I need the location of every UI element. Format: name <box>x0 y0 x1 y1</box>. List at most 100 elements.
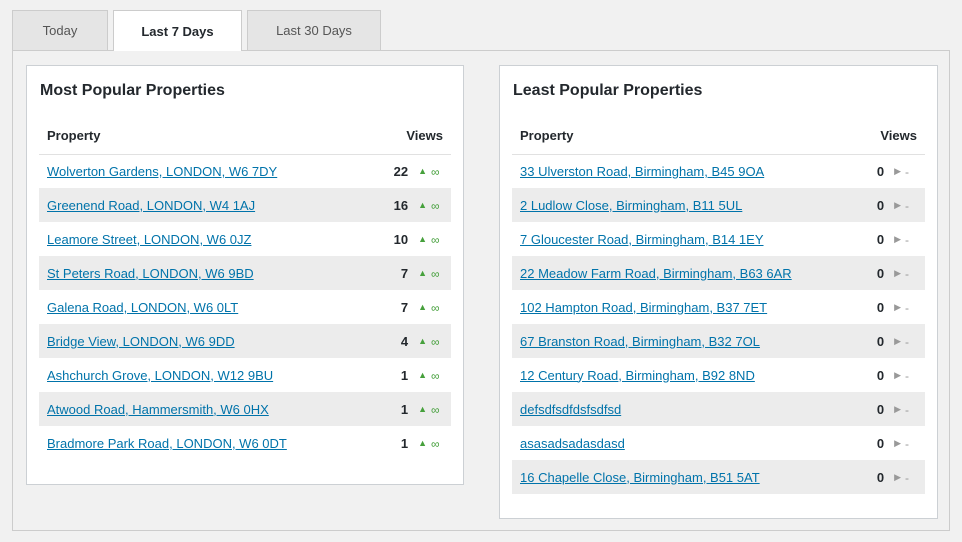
property-cell: Ashchurch Grove, LONDON, W12 9BU <box>39 358 362 392</box>
up-triangle-icon: ▲ <box>418 200 427 211</box>
views-count: 1 <box>400 367 409 383</box>
views-cell: 7 ▲ ∞ <box>361 256 451 290</box>
trend-change: ∞ <box>431 436 440 451</box>
views-cell: 0 ▶ - <box>845 460 925 494</box>
trend-change: - <box>905 300 909 315</box>
property-cell: Leamore Street, LONDON, W6 0JZ <box>39 222 362 256</box>
property-link[interactable]: Galena Road, LONDON, W6 0LT <box>47 300 238 315</box>
up-triangle-icon: ▲ <box>418 438 427 449</box>
tab-today[interactable]: Today <box>12 10 108 50</box>
tab-last-30-days[interactable]: Last 30 Days <box>247 10 381 50</box>
views-count: 0 <box>876 435 885 451</box>
right-triangle-icon: ▶ <box>894 369 901 380</box>
views-count: 0 <box>876 469 885 485</box>
property-link[interactable]: Leamore Street, LONDON, W6 0JZ <box>47 232 251 247</box>
views-count: 16 <box>393 197 409 213</box>
property-link[interactable]: Atwood Road, Hammersmith, W6 0HX <box>47 402 269 417</box>
up-triangle-icon: ▲ <box>418 268 427 279</box>
trend-change: - <box>905 334 909 349</box>
property-link[interactable]: Ashchurch Grove, LONDON, W12 9BU <box>47 368 273 383</box>
views-cell: 0 ▶ - <box>845 290 925 324</box>
property-cell: St Peters Road, LONDON, W6 9BD <box>39 256 362 290</box>
property-cell: defsdfsdfdsfsdfsd <box>512 392 846 426</box>
table-row: 22 Meadow Farm Road, Birmingham, B63 6AR… <box>512 256 925 290</box>
right-triangle-icon: ▶ <box>894 267 901 278</box>
property-cell: 2 Ludlow Close, Birmingham, B11 5UL <box>512 188 846 222</box>
property-link[interactable]: defsdfsdfdsfsdfsd <box>520 402 621 417</box>
views-cell: 0 ▶ - <box>845 222 925 256</box>
trend-change: - <box>905 198 909 213</box>
property-cell: asasadsadasdasd <box>512 426 845 460</box>
property-cell: Greenend Road, LONDON, W4 1AJ <box>39 188 362 222</box>
table-row: St Peters Road, LONDON, W6 9BD 7 ▲ ∞ <box>39 256 451 290</box>
trend-change: - <box>905 368 909 383</box>
least-popular-table: Property Views 33 Ulverston Road, Birmin… <box>512 118 925 494</box>
table-row: Leamore Street, LONDON, W6 0JZ 10 ▲ ∞ <box>39 222 451 256</box>
views-cell: 1 ▲ ∞ <box>361 392 451 426</box>
property-cell: 16 Chapelle Close, Birmingham, B51 5AT <box>512 460 846 494</box>
views-count: 4 <box>400 333 409 349</box>
table-row: 12 Century Road, Birmingham, B92 8ND 0 ▶ - <box>512 358 925 392</box>
views-cell: 0 ▶ - <box>845 358 925 392</box>
tab-last-7-days[interactable]: Last 7 Days <box>113 10 242 51</box>
property-link[interactable]: 67 Branston Road, Birmingham, B32 7OL <box>520 334 760 349</box>
trend-change: ∞ <box>431 266 440 281</box>
views-count: 0 <box>876 299 885 315</box>
property-cell: Bradmore Park Road, LONDON, W6 0DT <box>39 426 362 460</box>
views-cell: 0 ▶ - <box>845 256 925 290</box>
trend-change: ∞ <box>431 164 440 179</box>
table-row: asasadsadasdasd 0 ▶ - <box>512 426 925 460</box>
right-triangle-icon: ▶ <box>894 471 901 482</box>
views-cell: 0 ▶ - <box>845 426 925 460</box>
trend-change: - <box>905 402 909 417</box>
views-count: 10 <box>393 231 409 247</box>
up-triangle-icon: ▲ <box>418 166 427 177</box>
trend-change: ∞ <box>431 368 440 383</box>
trend-change: ∞ <box>431 334 440 349</box>
views-cell: 16 ▲ ∞ <box>361 188 451 222</box>
trend-change: ∞ <box>431 402 440 417</box>
views-count: 0 <box>876 197 885 213</box>
property-link[interactable]: 16 Chapelle Close, Birmingham, B51 5AT <box>520 470 760 485</box>
property-link[interactable]: 22 Meadow Farm Road, Birmingham, B63 6AR <box>520 266 792 281</box>
table-row: Greenend Road, LONDON, W4 1AJ 16 ▲ ∞ <box>39 188 451 222</box>
table-row: 2 Ludlow Close, Birmingham, B11 5UL 0 ▶ - <box>512 188 925 222</box>
property-cell: 12 Century Road, Birmingham, B92 8ND <box>512 358 845 392</box>
property-cell: Bridge View, LONDON, W6 9DD <box>39 324 362 358</box>
most-popular-table: Property Views Wolverton Gardens, LONDON… <box>39 118 451 460</box>
property-link[interactable]: asasadsadasdasd <box>520 436 625 451</box>
views-count: 7 <box>400 265 409 281</box>
views-count: 0 <box>876 265 885 281</box>
table-row: Atwood Road, Hammersmith, W6 0HX 1 ▲ ∞ <box>39 392 451 426</box>
right-triangle-icon: ▶ <box>894 301 901 312</box>
table-row: Galena Road, LONDON, W6 0LT 7 ▲ ∞ <box>39 290 451 324</box>
column-header-views: Views <box>845 118 925 155</box>
property-link[interactable]: Wolverton Gardens, LONDON, W6 7DY <box>47 164 277 179</box>
views-cell: 4 ▲ ∞ <box>361 324 451 358</box>
up-triangle-icon: ▲ <box>418 302 427 313</box>
trend-change: - <box>905 436 909 451</box>
property-link[interactable]: 102 Hampton Road, Birmingham, B37 7ET <box>520 300 767 315</box>
property-link[interactable]: 33 Ulverston Road, Birmingham, B45 9OA <box>520 164 764 179</box>
right-triangle-icon: ▶ <box>894 233 901 244</box>
right-triangle-icon: ▶ <box>894 335 901 346</box>
trend-change: ∞ <box>431 300 440 315</box>
property-link[interactable]: Bridge View, LONDON, W6 9DD <box>47 334 235 349</box>
property-link[interactable]: 2 Ludlow Close, Birmingham, B11 5UL <box>520 198 742 213</box>
trend-change: - <box>905 164 909 179</box>
table-row: Wolverton Gardens, LONDON, W6 7DY 22 ▲ ∞ <box>39 154 451 188</box>
property-cell: 33 Ulverston Road, Birmingham, B45 9OA <box>512 154 845 188</box>
property-link[interactable]: Bradmore Park Road, LONDON, W6 0DT <box>47 436 287 451</box>
property-link[interactable]: St Peters Road, LONDON, W6 9BD <box>47 266 254 281</box>
least-popular-title: Least Popular Properties <box>513 82 703 99</box>
property-link[interactable]: 7 Gloucester Road, Birmingham, B14 1EY <box>520 232 764 247</box>
property-cell: Wolverton Gardens, LONDON, W6 7DY <box>39 154 362 188</box>
views-cell: 1 ▲ ∞ <box>362 426 451 460</box>
views-cell: 0 ▶ - <box>845 324 925 358</box>
column-header-property: Property <box>39 118 362 155</box>
views-count: 1 <box>400 435 409 451</box>
column-header-property: Property <box>512 118 846 155</box>
property-link[interactable]: Greenend Road, LONDON, W4 1AJ <box>47 198 255 213</box>
property-link[interactable]: 12 Century Road, Birmingham, B92 8ND <box>520 368 755 383</box>
right-triangle-icon: ▶ <box>894 437 901 448</box>
